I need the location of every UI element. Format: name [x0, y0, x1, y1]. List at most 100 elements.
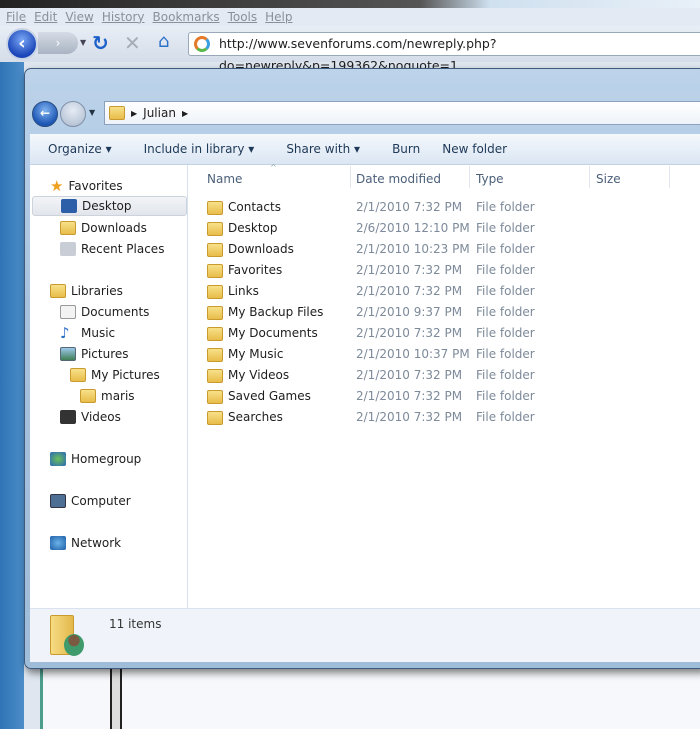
browser-back-button[interactable]: ‹: [6, 28, 38, 60]
home-icon[interactable]: ⌂: [158, 31, 169, 52]
file-type: File folder: [476, 200, 535, 214]
item-count: 11 items: [109, 617, 162, 631]
url-input[interactable]: http://www.sevenforums.com/newreply.php?…: [188, 32, 700, 73]
nav-pictures[interactable]: Pictures: [60, 344, 129, 364]
nav-label: Libraries: [71, 284, 123, 298]
file-name: Downloads: [228, 242, 294, 256]
menu-history[interactable]: History: [102, 8, 145, 26]
nav-homegroup[interactable]: Homegroup: [50, 449, 141, 469]
file-type: File folder: [476, 221, 535, 235]
nav-documents[interactable]: Documents: [60, 302, 149, 322]
column-header-name[interactable]: Name: [201, 170, 242, 188]
file-row[interactable]: My Documents: [207, 323, 318, 344]
file-name: Contacts: [228, 200, 281, 214]
file-date: 2/1/2010 7:32 PM: [356, 326, 463, 340]
include-in-library-button[interactable]: Include in library ▾: [126, 142, 269, 156]
file-row[interactable]: Favorites: [207, 260, 282, 281]
file-row[interactable]: Desktop: [207, 218, 278, 239]
column-header-date[interactable]: Date modified: [350, 170, 441, 188]
nav-label: Computer: [71, 494, 131, 508]
nav-downloads[interactable]: Downloads: [60, 218, 147, 238]
file-type: File folder: [476, 326, 535, 340]
new-folder-button[interactable]: New folder: [434, 142, 521, 156]
nav-network[interactable]: Network: [50, 533, 121, 553]
nav-label: Documents: [81, 305, 150, 319]
nav-computer[interactable]: Computer: [50, 491, 131, 511]
reload-icon[interactable]: ↻: [92, 31, 109, 55]
address-bar[interactable]: ▶ Julian ▶: [104, 101, 700, 125]
file-type: File folder: [476, 284, 535, 298]
site-icon: [194, 36, 210, 52]
desktop-icon: [61, 199, 77, 213]
file-date: 2/1/2010 10:37 PM: [356, 347, 470, 361]
background-window: [40, 668, 700, 729]
nav-label: Homegroup: [71, 452, 142, 466]
file-row[interactable]: My Music: [207, 344, 283, 365]
menu-bookmarks[interactable]: Bookmarks: [153, 8, 220, 26]
column-separator[interactable]: [669, 166, 670, 188]
file-row[interactable]: Downloads: [207, 239, 294, 260]
nav-desktop[interactable]: Desktop: [32, 196, 187, 216]
explorer-back-button[interactable]: ←: [32, 101, 58, 127]
folder-icon: [207, 368, 223, 383]
menu-help[interactable]: Help: [265, 8, 292, 26]
recent-places-icon: [60, 242, 76, 256]
folder-icon: [207, 284, 223, 299]
nav-libraries[interactable]: Libraries: [50, 281, 123, 301]
file-row[interactable]: My Videos: [207, 365, 289, 386]
user-folder-icon: [109, 106, 125, 120]
column-header-size[interactable]: Size: [590, 170, 621, 188]
file-date: 2/1/2010 7:32 PM: [356, 263, 463, 277]
breadcrumb-chevron-icon[interactable]: ▶: [131, 109, 137, 118]
file-name: Saved Games: [228, 389, 311, 403]
breadcrumb-chevron-icon[interactable]: ▶: [182, 109, 188, 118]
folder-icon: [80, 389, 96, 403]
menu-file[interactable]: File: [6, 8, 26, 26]
share-with-button[interactable]: Share with ▾: [268, 142, 374, 156]
folder-icon: [70, 368, 86, 382]
nav-maris[interactable]: maris: [80, 386, 135, 406]
menu-edit[interactable]: Edit: [34, 8, 57, 26]
file-name: Favorites: [228, 263, 283, 277]
recent-pages-icon[interactable]: ▼: [89, 108, 95, 117]
nav-recent-places[interactable]: Recent Places: [60, 239, 164, 259]
file-date: 2/1/2010 7:32 PM: [356, 200, 463, 214]
nav-my-pictures[interactable]: My Pictures: [70, 365, 160, 385]
folder-icon: [207, 305, 223, 320]
burn-button[interactable]: Burn: [374, 142, 434, 156]
nav-label: Desktop: [82, 199, 132, 213]
nav-label: maris: [101, 389, 135, 403]
nav-videos[interactable]: Videos: [60, 407, 121, 427]
command-bar: Organize ▾ Include in library ▾ Share wi…: [30, 134, 700, 165]
documents-icon: [60, 305, 76, 319]
history-dropdown-icon[interactable]: ▼: [80, 38, 86, 47]
folder-icon: [207, 200, 223, 215]
nav-favorites[interactable]: ★ Favorites: [50, 176, 123, 196]
nav-label: Favorites: [68, 179, 123, 193]
file-row[interactable]: Contacts: [207, 197, 281, 218]
file-row[interactable]: Saved Games: [207, 386, 311, 407]
file-date: 2/1/2010 7:32 PM: [356, 284, 463, 298]
organize-button[interactable]: Organize ▾: [30, 142, 126, 156]
nav-music[interactable]: ♪ Music: [60, 323, 115, 343]
file-row[interactable]: Searches: [207, 407, 283, 428]
downloads-folder-icon: [60, 221, 76, 235]
nav-label: Videos: [81, 410, 121, 424]
breadcrumb-julian[interactable]: Julian: [143, 106, 176, 120]
computer-icon: [50, 494, 66, 508]
stop-icon[interactable]: ✕: [124, 31, 141, 55]
nav-label: My Pictures: [91, 368, 160, 382]
browser-forward-button[interactable]: ›: [38, 32, 78, 54]
nav-label: Recent Places: [81, 242, 165, 256]
file-name: Searches: [228, 410, 283, 424]
star-icon: ★: [50, 177, 64, 195]
file-row[interactable]: My Backup Files: [207, 302, 323, 323]
column-header-type[interactable]: Type: [470, 170, 504, 188]
menu-tools[interactable]: Tools: [228, 8, 258, 26]
sort-ascending-icon: ^: [270, 163, 277, 172]
libraries-icon: [50, 284, 66, 298]
explorer-forward-button[interactable]: [60, 101, 86, 127]
background-window-edge: [0, 0, 700, 8]
file-row[interactable]: Links: [207, 281, 259, 302]
menu-view[interactable]: View: [65, 8, 93, 26]
